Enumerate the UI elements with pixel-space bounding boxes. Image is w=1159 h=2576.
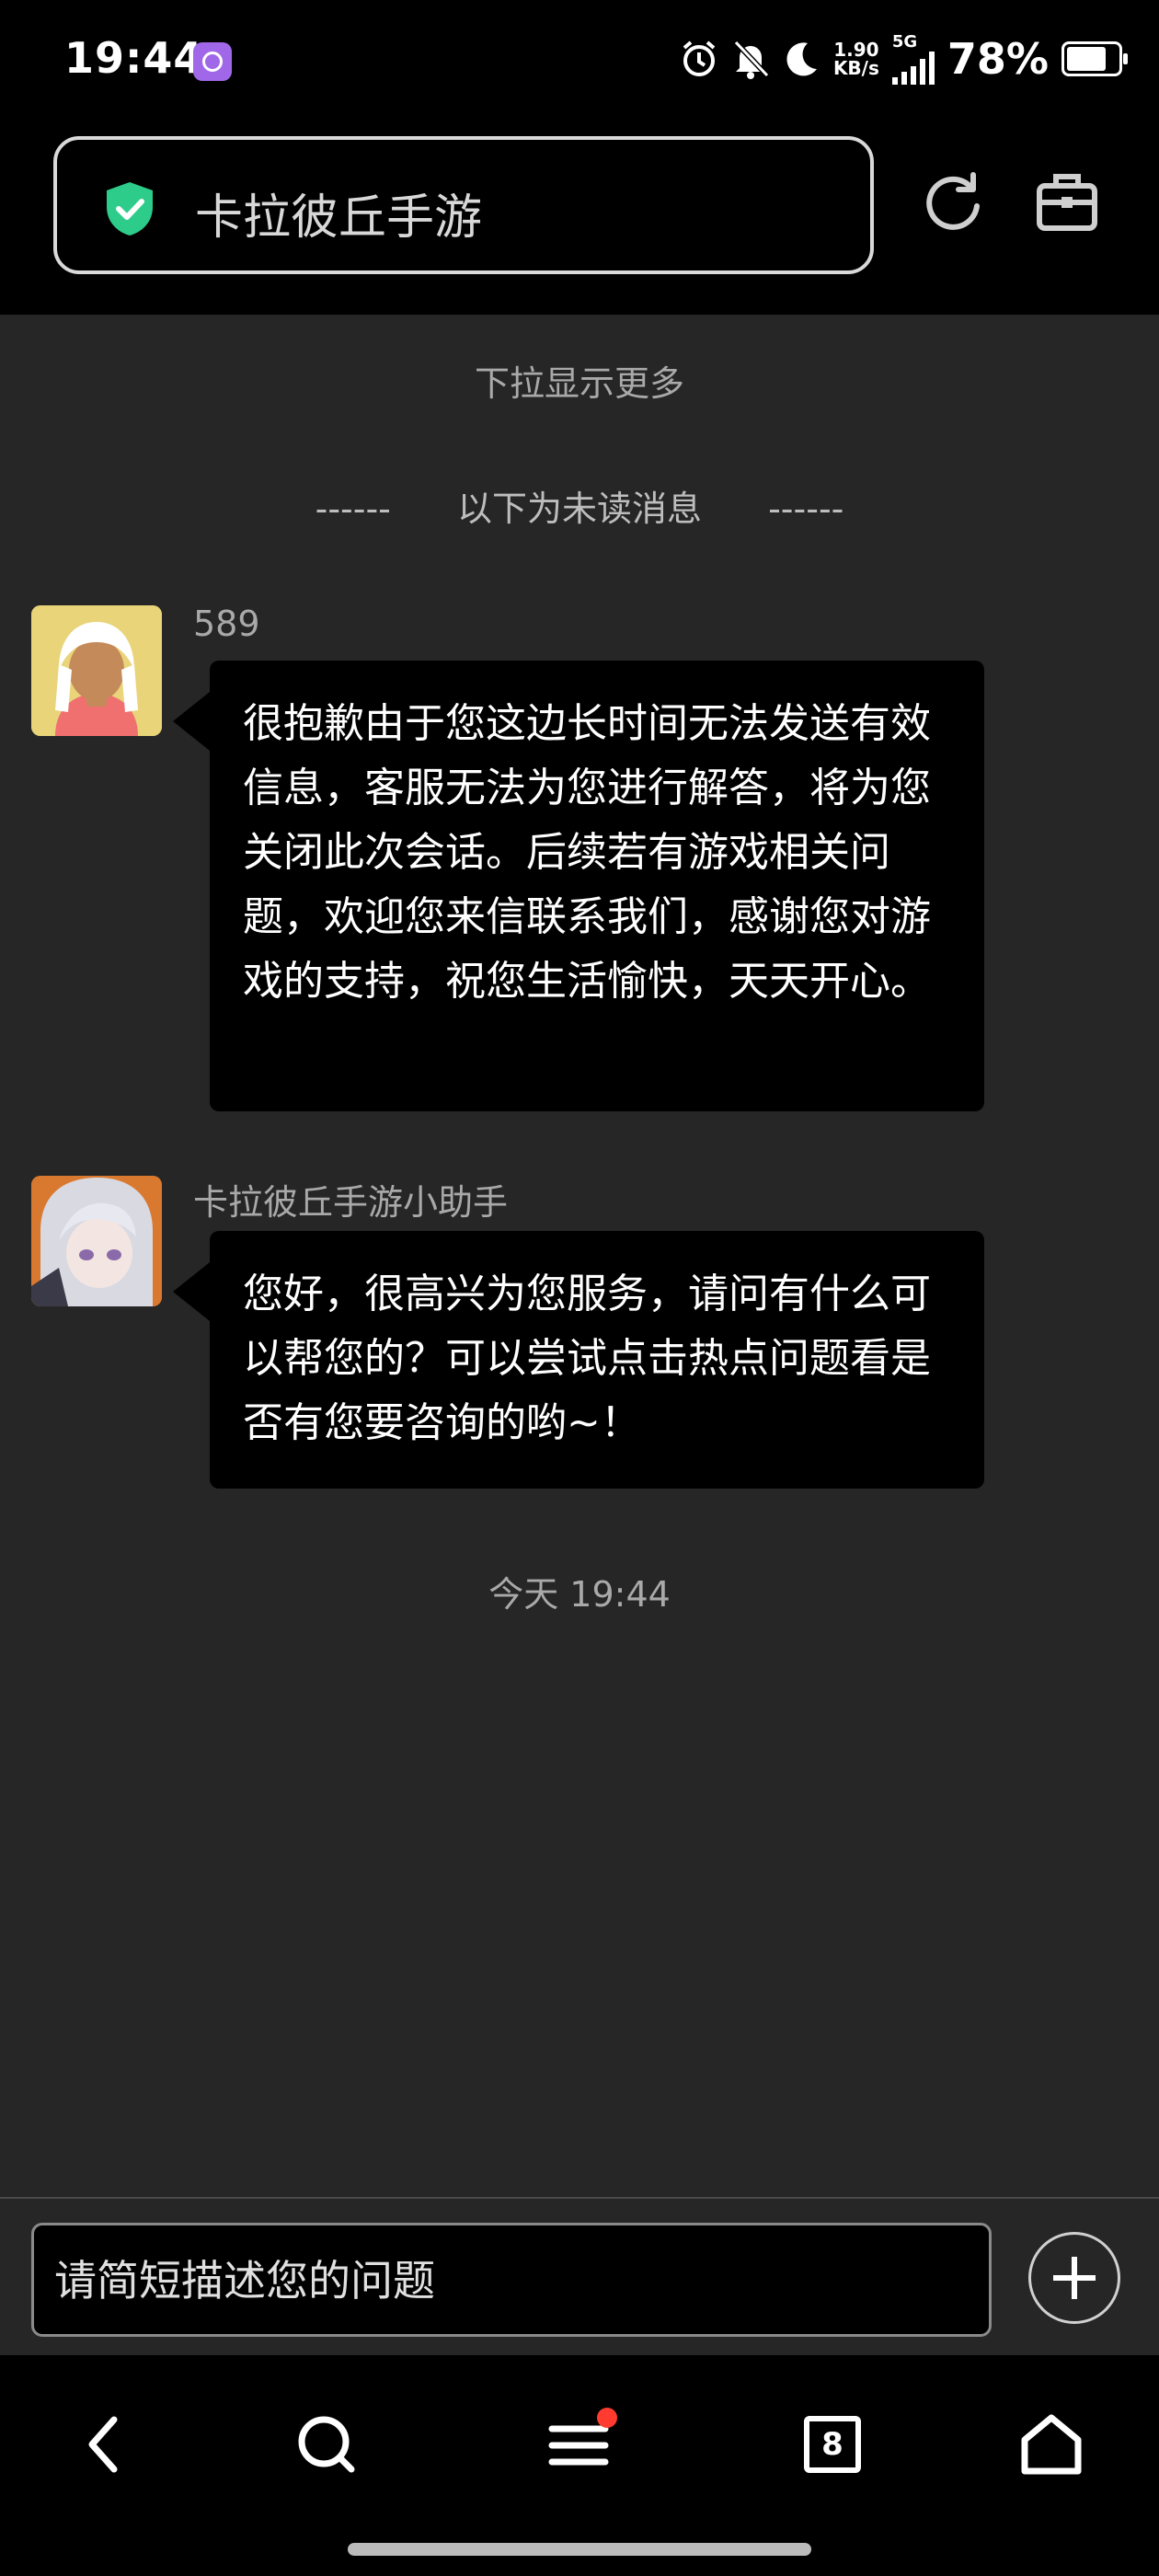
tabs-count: 8 xyxy=(804,2416,861,2473)
avatar[interactable] xyxy=(31,605,162,736)
reload-icon[interactable] xyxy=(920,167,986,234)
status-bar: 19:44 1.90 KB/s 5G 78% xyxy=(0,0,1159,129)
app-notification-icon xyxy=(193,42,232,81)
mute-bell-icon xyxy=(733,40,769,79)
search-icon[interactable] xyxy=(285,2403,368,2486)
status-icons: 1.90 KB/s 5G 78% xyxy=(679,32,1128,85)
tabs-icon[interactable]: 8 xyxy=(791,2403,874,2486)
toolbox-icon[interactable] xyxy=(1034,169,1100,234)
home-icon[interactable] xyxy=(1010,2403,1093,2486)
user-avatar-icon xyxy=(31,605,162,736)
url-box[interactable]: 卡拉彼丘手游 xyxy=(53,136,874,274)
message-input-container[interactable] xyxy=(31,2223,992,2337)
message-input-bar xyxy=(0,2197,1159,2355)
pull-to-load-more[interactable]: 下拉显示更多 xyxy=(0,355,1159,406)
message-bubble[interactable]: 您好，很高兴为您服务，请问有什么可以帮您的？可以尝试点击热点问题看是否有您要咨询… xyxy=(173,1231,984,1489)
home-indicator[interactable] xyxy=(348,2543,811,2556)
menu-icon[interactable] xyxy=(537,2403,620,2486)
signal-group: 5G xyxy=(891,32,935,85)
battery-percent: 78% xyxy=(947,34,1049,84)
add-button[interactable] xyxy=(1028,2232,1120,2324)
sender-name: 卡拉彼丘手游小助手 xyxy=(193,1182,509,1223)
back-icon[interactable] xyxy=(66,2403,149,2486)
sender-name: 589 xyxy=(193,604,260,644)
message-input[interactable] xyxy=(52,2225,967,2336)
chat-area[interactable]: 下拉显示更多 ------ 以下为未读消息 ------ 589 很抱歉由于您这… xyxy=(0,315,1159,2197)
unread-divider: ------ 以下为未读消息 ------ xyxy=(315,489,844,529)
status-time: 19:44 xyxy=(64,33,204,83)
page-title: 卡拉彼丘手游 xyxy=(195,190,483,246)
moon-icon xyxy=(786,42,817,76)
timestamp: 今天 19:44 xyxy=(488,1574,671,1615)
alarm-icon xyxy=(683,40,716,76)
avatar[interactable] xyxy=(31,1176,162,1306)
net-speed: 1.90 KB/s xyxy=(832,39,879,79)
battery-icon xyxy=(1061,41,1128,76)
address-bar: 卡拉彼丘手游 xyxy=(0,129,1159,315)
assistant-avatar-icon xyxy=(31,1176,162,1306)
shield-check-icon xyxy=(107,182,153,236)
network-type: 5G xyxy=(891,32,918,52)
signal-icon xyxy=(891,52,935,85)
message-bubble[interactable]: 很抱歉由于您这边长时间无法发送有效信息，客服无法为您进行解答，将为您关闭此次会话… xyxy=(173,661,984,1111)
